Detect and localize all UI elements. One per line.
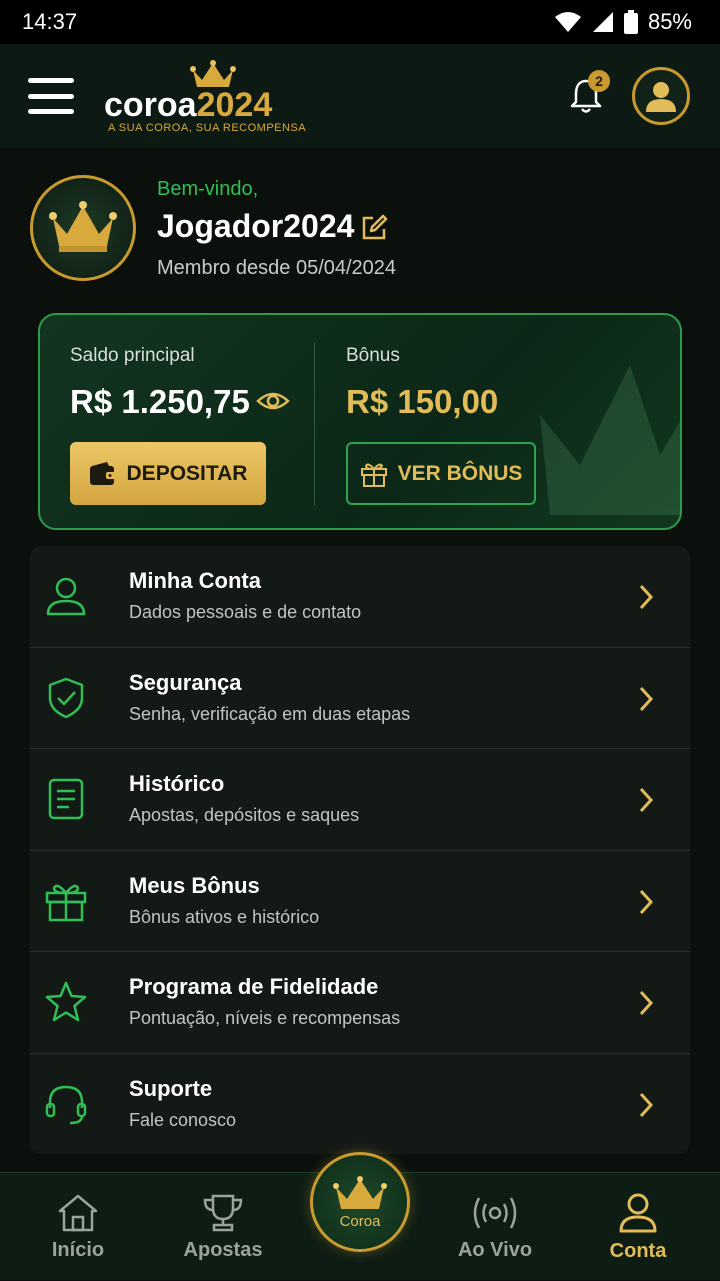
battery-percent: 85% bbox=[647, 9, 692, 34]
balance-card: Saldo principal R$ 1.250,75 Bônus R$ 150… bbox=[38, 313, 682, 530]
notification-badge: 2 bbox=[588, 70, 610, 92]
nav-label: Coroa bbox=[339, 1212, 381, 1230]
chevron-right-icon bbox=[639, 1092, 654, 1117]
balance-divider bbox=[314, 343, 315, 505]
menu-item-historico[interactable]: Histórico Apostas, depósitos e saques bbox=[30, 749, 690, 851]
view-bonus-button[interactable]: VER BÔNUS bbox=[346, 442, 536, 505]
trophy-icon bbox=[203, 1194, 243, 1231]
user-icon bbox=[46, 577, 86, 616]
menu-item-title: Minha Conta bbox=[129, 568, 261, 593]
chevron-right-icon bbox=[639, 990, 654, 1016]
menu-item-meus-bonus[interactable]: Meus Bônus Bônus ativos e histórico bbox=[30, 851, 690, 952]
main-balance-label: Saldo principal bbox=[70, 345, 195, 366]
nav-label: Conta bbox=[609, 1239, 667, 1262]
top-app-bar: coroa2024 A SUA COROA, SUA RECOMPENSA bbox=[0, 44, 720, 148]
user-avatar-icon bbox=[646, 82, 676, 112]
menu-item-title: Histórico bbox=[129, 771, 225, 796]
app-logo[interactable]: coroa2024 A SUA COROA, SUA RECOMPENSA bbox=[104, 56, 324, 136]
menu-item-minha-conta[interactable]: Minha Conta Dados pessoais e de contato bbox=[30, 546, 690, 648]
menu-item-title: Suporte bbox=[129, 1075, 213, 1101]
chevron-right-icon bbox=[639, 584, 654, 610]
status-time: 14:37 bbox=[22, 9, 78, 34]
eye-icon[interactable] bbox=[256, 389, 290, 413]
username: Jogador2024 bbox=[157, 208, 355, 244]
menu-item-subtitle: Fale conosco bbox=[129, 1109, 237, 1130]
nav-label: Início bbox=[51, 1238, 105, 1261]
account-avatar-button[interactable] bbox=[632, 67, 690, 125]
status-icons: 85% bbox=[554, 9, 692, 35]
deposit-label: DEPOSITAR bbox=[126, 461, 248, 485]
menu-item-subtitle: Senha, verificação em duas etapas bbox=[129, 703, 411, 724]
logo-tagline: A SUA COROA, SUA RECOMPENSA bbox=[108, 122, 307, 134]
menu-item-seguranca[interactable]: Segurança Senha, verificação em duas eta… bbox=[30, 648, 690, 749]
account-menu: Minha Conta Dados pessoais e de contato … bbox=[30, 546, 690, 1154]
chevron-right-icon bbox=[639, 686, 654, 711]
deposit-button[interactable]: DEPOSITAR bbox=[70, 442, 266, 505]
bonus-value: R$ 150,00 bbox=[346, 383, 499, 420]
signal-icon bbox=[592, 12, 613, 32]
main-balance-value: R$ 1.250,75 bbox=[70, 383, 250, 420]
nav-apostas[interactable]: Apostas bbox=[178, 1173, 268, 1281]
menu-item-subtitle: Dados pessoais e de contato bbox=[129, 602, 362, 622]
gift-icon bbox=[360, 463, 387, 487]
menu-item-subtitle: Pontuação, níveis e recompensas bbox=[129, 1008, 401, 1028]
shield-check-icon bbox=[48, 677, 84, 718]
nav-inicio[interactable]: Início bbox=[38, 1173, 118, 1281]
document-icon bbox=[48, 778, 84, 820]
menu-item-title: Segurança bbox=[129, 669, 242, 695]
menu-item-subtitle: Apostas, depósitos e saques bbox=[129, 805, 360, 825]
wallet-icon bbox=[89, 461, 116, 485]
wifi-icon bbox=[554, 12, 581, 32]
nav-conta[interactable]: Conta bbox=[598, 1173, 678, 1281]
crown-icon bbox=[49, 201, 117, 252]
nav-coroa-center-button[interactable]: Coroa bbox=[310, 1152, 410, 1252]
bonus-label: Bônus bbox=[346, 345, 400, 366]
headset-icon bbox=[45, 1085, 87, 1124]
status-bar: 14:37 85% bbox=[0, 0, 720, 44]
menu-item-title: Programa de Fidelidade bbox=[129, 974, 379, 999]
member-since: Membro desde 05/04/2024 bbox=[157, 257, 397, 279]
nav-label: Ao Vivo bbox=[457, 1238, 533, 1261]
crown-icon bbox=[333, 1175, 387, 1209]
nav-label: Apostas bbox=[183, 1238, 263, 1261]
nav-ao-vivo[interactable]: Ao Vivo bbox=[450, 1173, 540, 1281]
gift-icon bbox=[45, 884, 87, 921]
menu-item-subtitle: Bônus ativos e histórico bbox=[129, 906, 320, 927]
welcome-text: Bem-vindo, bbox=[157, 178, 259, 200]
edit-icon[interactable] bbox=[360, 214, 388, 242]
user-icon bbox=[619, 1193, 657, 1232]
menu-item-suporte[interactable]: Suporte Fale conosco bbox=[30, 1054, 690, 1155]
menu-item-title: Meus Bônus bbox=[129, 872, 260, 898]
star-icon bbox=[45, 981, 87, 1022]
live-broadcast-icon bbox=[473, 1196, 517, 1229]
menu-item-fidelidade[interactable]: Programa de Fidelidade Pontuação, níveis… bbox=[30, 952, 690, 1054]
home-icon bbox=[58, 1194, 98, 1231]
menu-icon[interactable] bbox=[28, 78, 74, 114]
view-bonus-label: VER BÔNUS bbox=[397, 461, 523, 485]
crown-watermark-icon bbox=[540, 365, 680, 515]
profile-avatar bbox=[30, 175, 136, 281]
chevron-right-icon bbox=[639, 787, 654, 813]
battery-icon bbox=[623, 10, 638, 34]
chevron-right-icon bbox=[639, 889, 654, 914]
logo-wordmark: coroa2024 bbox=[104, 86, 273, 124]
